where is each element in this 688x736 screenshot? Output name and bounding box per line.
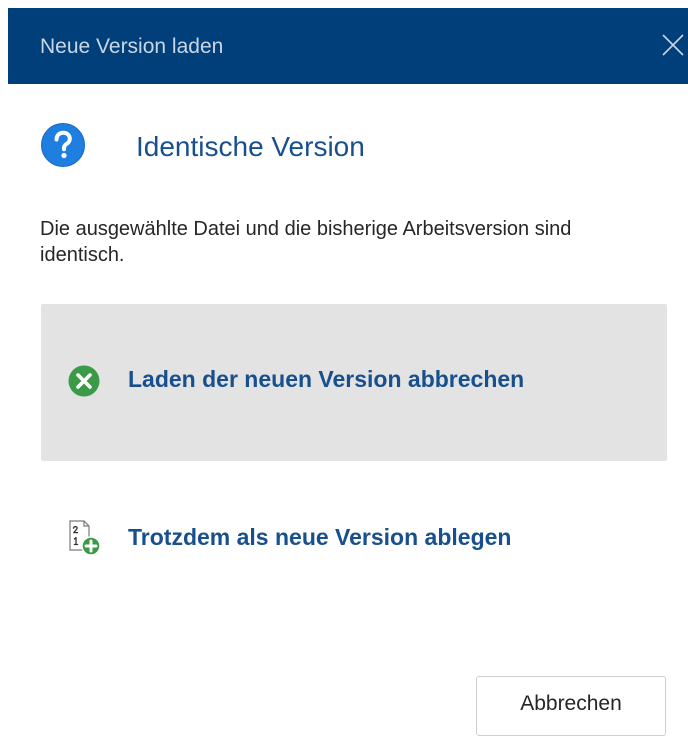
new-version-icon — [67, 520, 101, 556]
cancel-button[interactable]: Abbrechen — [476, 676, 666, 736]
window-title: Neue Version laden — [40, 35, 224, 58]
cancel-circle-icon — [67, 364, 101, 398]
option-label: Trotzdem als neue Version ablegen — [128, 524, 512, 550]
dialog: Neue Version laden Identische Version Di… — [0, 0, 688, 736]
message-text: Die ausgewählte Datei und die bisherige … — [40, 218, 572, 266]
close-icon[interactable] — [658, 30, 688, 60]
option-save-new-version[interactable]: Trotzdem als neue Version ablegen — [41, 462, 667, 619]
option-cancel-loading[interactable]: Laden der neuen Version abbrechen — [41, 304, 667, 461]
option-label: Laden der neuen Version abbrechen — [128, 366, 525, 392]
dialog-heading: Identische Version — [136, 131, 365, 162]
question-icon — [40, 122, 86, 168]
title-bar: Neue Version laden — [8, 8, 688, 84]
